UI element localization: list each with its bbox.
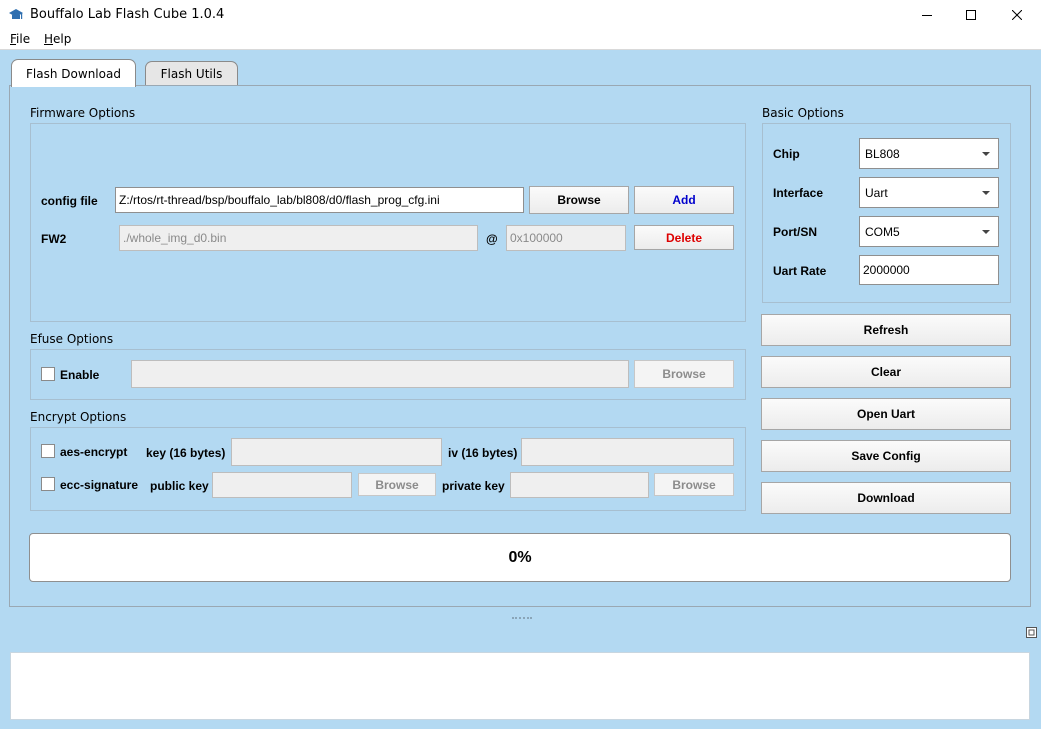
basic-options-title: Basic Options <box>762 106 844 120</box>
maximize-button[interactable] <box>948 0 994 30</box>
efuse-enable-label: Enable <box>60 368 100 382</box>
interface-select[interactable]: Uart <box>859 177 999 208</box>
ecc-signature-checkbox[interactable] <box>41 477 55 491</box>
interface-label: Interface <box>773 186 824 200</box>
aes-encrypt-checkbox[interactable] <box>41 444 55 458</box>
aes-encrypt-label: aes-encrypt <box>60 445 128 459</box>
fw2-address-input[interactable]: 0x100000 <box>506 225 626 251</box>
refresh-button[interactable]: Refresh <box>761 314 1011 346</box>
fw2-label: FW2 <box>41 232 67 246</box>
menu-file[interactable]: File <box>10 32 30 46</box>
fw2-path-input[interactable]: ./whole_img_d0.bin <box>119 225 478 251</box>
encrypt-options-title: Encrypt Options <box>30 410 127 424</box>
log-output[interactable] <box>10 652 1030 720</box>
port-sn-label: Port/SN <box>773 225 818 239</box>
firmware-options-group <box>30 123 746 322</box>
menu-help-mnemonic: H <box>44 32 54 46</box>
delete-button[interactable]: Delete <box>634 225 734 250</box>
ecc-signature-label: ecc-signature <box>60 478 139 492</box>
tab-flash-download[interactable]: Flash Download <box>11 59 136 87</box>
efuse-path-input[interactable] <box>131 360 629 388</box>
progress-text: 0% <box>508 548 532 566</box>
save-config-button[interactable]: Save Config <box>761 440 1011 472</box>
efuse-enable-checkbox[interactable] <box>41 367 55 381</box>
firmware-options-title: Firmware Options <box>30 106 136 120</box>
config-browse-button[interactable]: Browse <box>529 186 629 214</box>
download-button[interactable]: Download <box>761 482 1011 514</box>
interface-select-value: Uart <box>865 185 888 200</box>
private-key-label: private key <box>442 479 505 493</box>
menu-help[interactable]: Help <box>44 32 71 46</box>
menu-file-label: ile <box>16 32 31 46</box>
maximize-icon <box>966 10 976 20</box>
public-key-input[interactable] <box>212 472 352 498</box>
private-key-browse-button[interactable]: Browse <box>654 473 734 496</box>
at-symbol: @ <box>486 232 498 246</box>
aes-iv-input[interactable] <box>521 438 734 466</box>
config-file-input[interactable]: Z:/rtos/rt-thread/bsp/bouffalo_lab/bl808… <box>115 187 524 213</box>
close-icon <box>1012 10 1022 20</box>
chevron-down-icon <box>982 230 990 234</box>
chevron-down-icon <box>982 191 990 195</box>
restore-icon[interactable] <box>1026 627 1037 638</box>
progress-bar: 0% <box>29 533 1011 582</box>
chip-label: Chip <box>773 147 800 161</box>
tab-flash-utils[interactable]: Flash Utils <box>145 61 238 86</box>
add-button[interactable]: Add <box>634 186 734 214</box>
uart-rate-input[interactable]: 2000000 <box>859 255 999 285</box>
chip-select[interactable]: BL808 <box>859 138 999 169</box>
port-sn-select[interactable]: COM5 <box>859 216 999 247</box>
open-uart-button[interactable]: Open Uart <box>761 398 1011 430</box>
menu-help-label: elp <box>53 32 72 46</box>
app-icon <box>9 9 23 19</box>
close-button[interactable] <box>994 0 1040 30</box>
splitter-handle[interactable] <box>512 617 532 621</box>
clear-button[interactable]: Clear <box>761 356 1011 388</box>
port-sn-select-value: COM5 <box>865 224 900 239</box>
aes-key-label: key (16 bytes) <box>146 446 226 460</box>
minimize-button[interactable] <box>904 0 950 30</box>
config-file-label: config file <box>41 194 98 208</box>
efuse-options-title: Efuse Options <box>30 332 114 346</box>
title-bar: Bouffalo Lab Flash Cube 1.0.4 <box>0 0 1041 30</box>
aes-iv-label: iv (16 bytes) <box>448 446 518 460</box>
chip-select-value: BL808 <box>865 146 900 161</box>
aes-key-input[interactable] <box>231 438 442 466</box>
minimize-icon <box>922 15 932 16</box>
uart-rate-label: Uart Rate <box>773 264 827 278</box>
chevron-down-icon <box>982 152 990 156</box>
public-key-label: public key <box>150 479 209 493</box>
window-title: Bouffalo Lab Flash Cube 1.0.4 <box>30 7 225 22</box>
efuse-browse-button[interactable]: Browse <box>634 360 734 388</box>
public-key-browse-button[interactable]: Browse <box>358 473 436 496</box>
private-key-input[interactable] <box>510 472 649 498</box>
menu-bar: File Help <box>0 30 1041 50</box>
